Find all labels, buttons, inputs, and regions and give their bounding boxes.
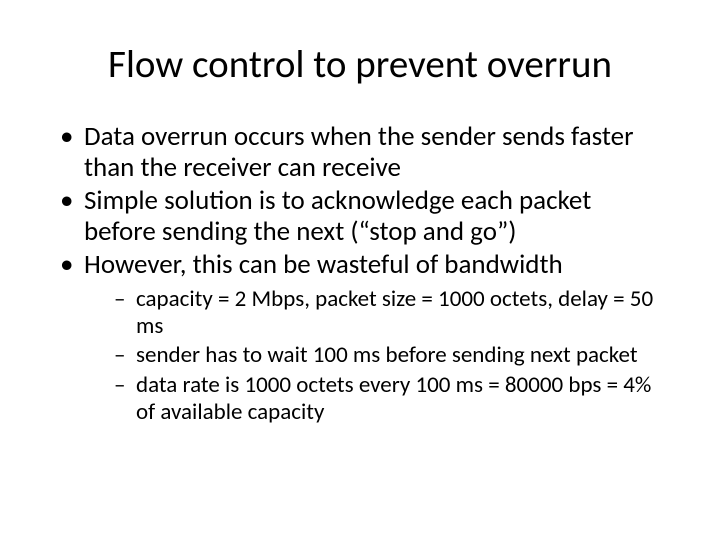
bullet-text: Simple solution is to acknowledge each p… bbox=[84, 184, 591, 248]
slide: Flow control to prevent overrun Data ove… bbox=[0, 0, 720, 540]
sub-bullet-text: capacity = 2 Mbps, packet size = 1000 oc… bbox=[136, 285, 653, 340]
list-item: Data overrun occurs when the sender send… bbox=[56, 121, 664, 183]
list-item: Simple solution is to acknowledge each p… bbox=[56, 185, 664, 247]
slide-title: Flow control to prevent overrun bbox=[56, 44, 664, 87]
list-item: However, this can be wasteful of bandwid… bbox=[56, 249, 664, 426]
list-item: data rate is 1000 octets every 100 ms = … bbox=[112, 372, 664, 426]
bullet-list: Data overrun occurs when the sender send… bbox=[56, 121, 664, 426]
list-item: capacity = 2 Mbps, packet size = 1000 oc… bbox=[112, 286, 664, 340]
sub-bullet-text: data rate is 1000 octets every 100 ms = … bbox=[136, 371, 651, 426]
sub-bullet-text: sender has to wait 100 ms before sending… bbox=[136, 341, 638, 369]
sub-bullet-list: capacity = 2 Mbps, packet size = 1000 oc… bbox=[84, 286, 664, 426]
bullet-text: Data overrun occurs when the sender send… bbox=[84, 120, 634, 184]
bullet-text: However, this can be wasteful of bandwid… bbox=[84, 248, 563, 281]
list-item: sender has to wait 100 ms before sending… bbox=[112, 342, 664, 369]
